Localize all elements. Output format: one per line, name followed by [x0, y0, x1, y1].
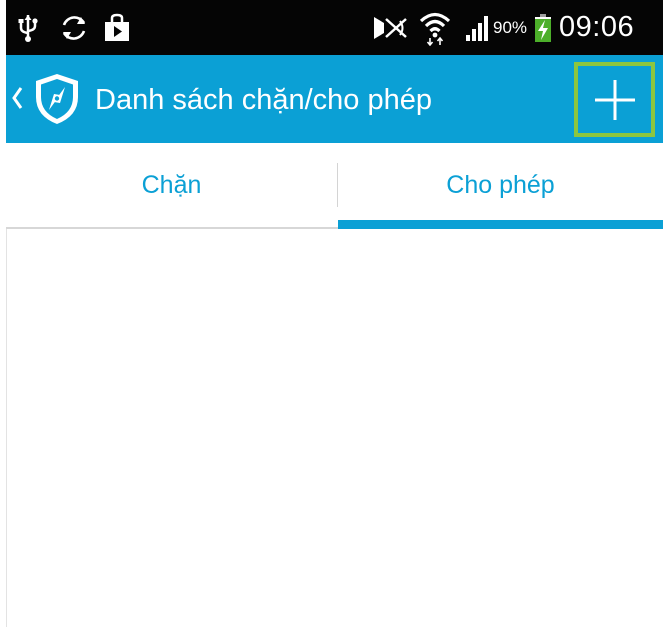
- status-bar: 90% 09:06: [6, 0, 663, 55]
- shield-compass-icon[interactable]: [34, 72, 80, 126]
- charging-battery-icon: [534, 0, 552, 55]
- play-store-icon: [102, 0, 132, 55]
- signal-icon: [464, 0, 492, 55]
- sync-icon: [57, 0, 91, 55]
- mute-icon: [371, 0, 409, 55]
- tab-allow-label: Cho phép: [446, 170, 555, 199]
- usb-icon: [16, 0, 40, 55]
- clock: 09:06: [559, 11, 635, 43]
- app-screen: 90% 09:06 Danh sách chặn/cho phép Chặn C…: [0, 0, 663, 627]
- wifi-icon: [418, 0, 452, 55]
- selected-tab-indicator: [338, 220, 663, 229]
- battery-percent: 90%: [493, 18, 528, 37]
- tab-block[interactable]: Chặn: [6, 143, 337, 227]
- allow-list-content: [7, 229, 663, 627]
- add-button[interactable]: [574, 62, 655, 137]
- plus-icon: [594, 79, 635, 120]
- action-bar: Danh sách chặn/cho phép: [6, 55, 663, 143]
- page-title: Danh sách chặn/cho phép: [95, 84, 432, 116]
- tab-allow[interactable]: Cho phép: [338, 143, 663, 227]
- chevron-left-icon[interactable]: [10, 85, 24, 111]
- tab-bar: Chặn Cho phép: [6, 143, 663, 229]
- tab-block-label: Chặn: [141, 170, 202, 199]
